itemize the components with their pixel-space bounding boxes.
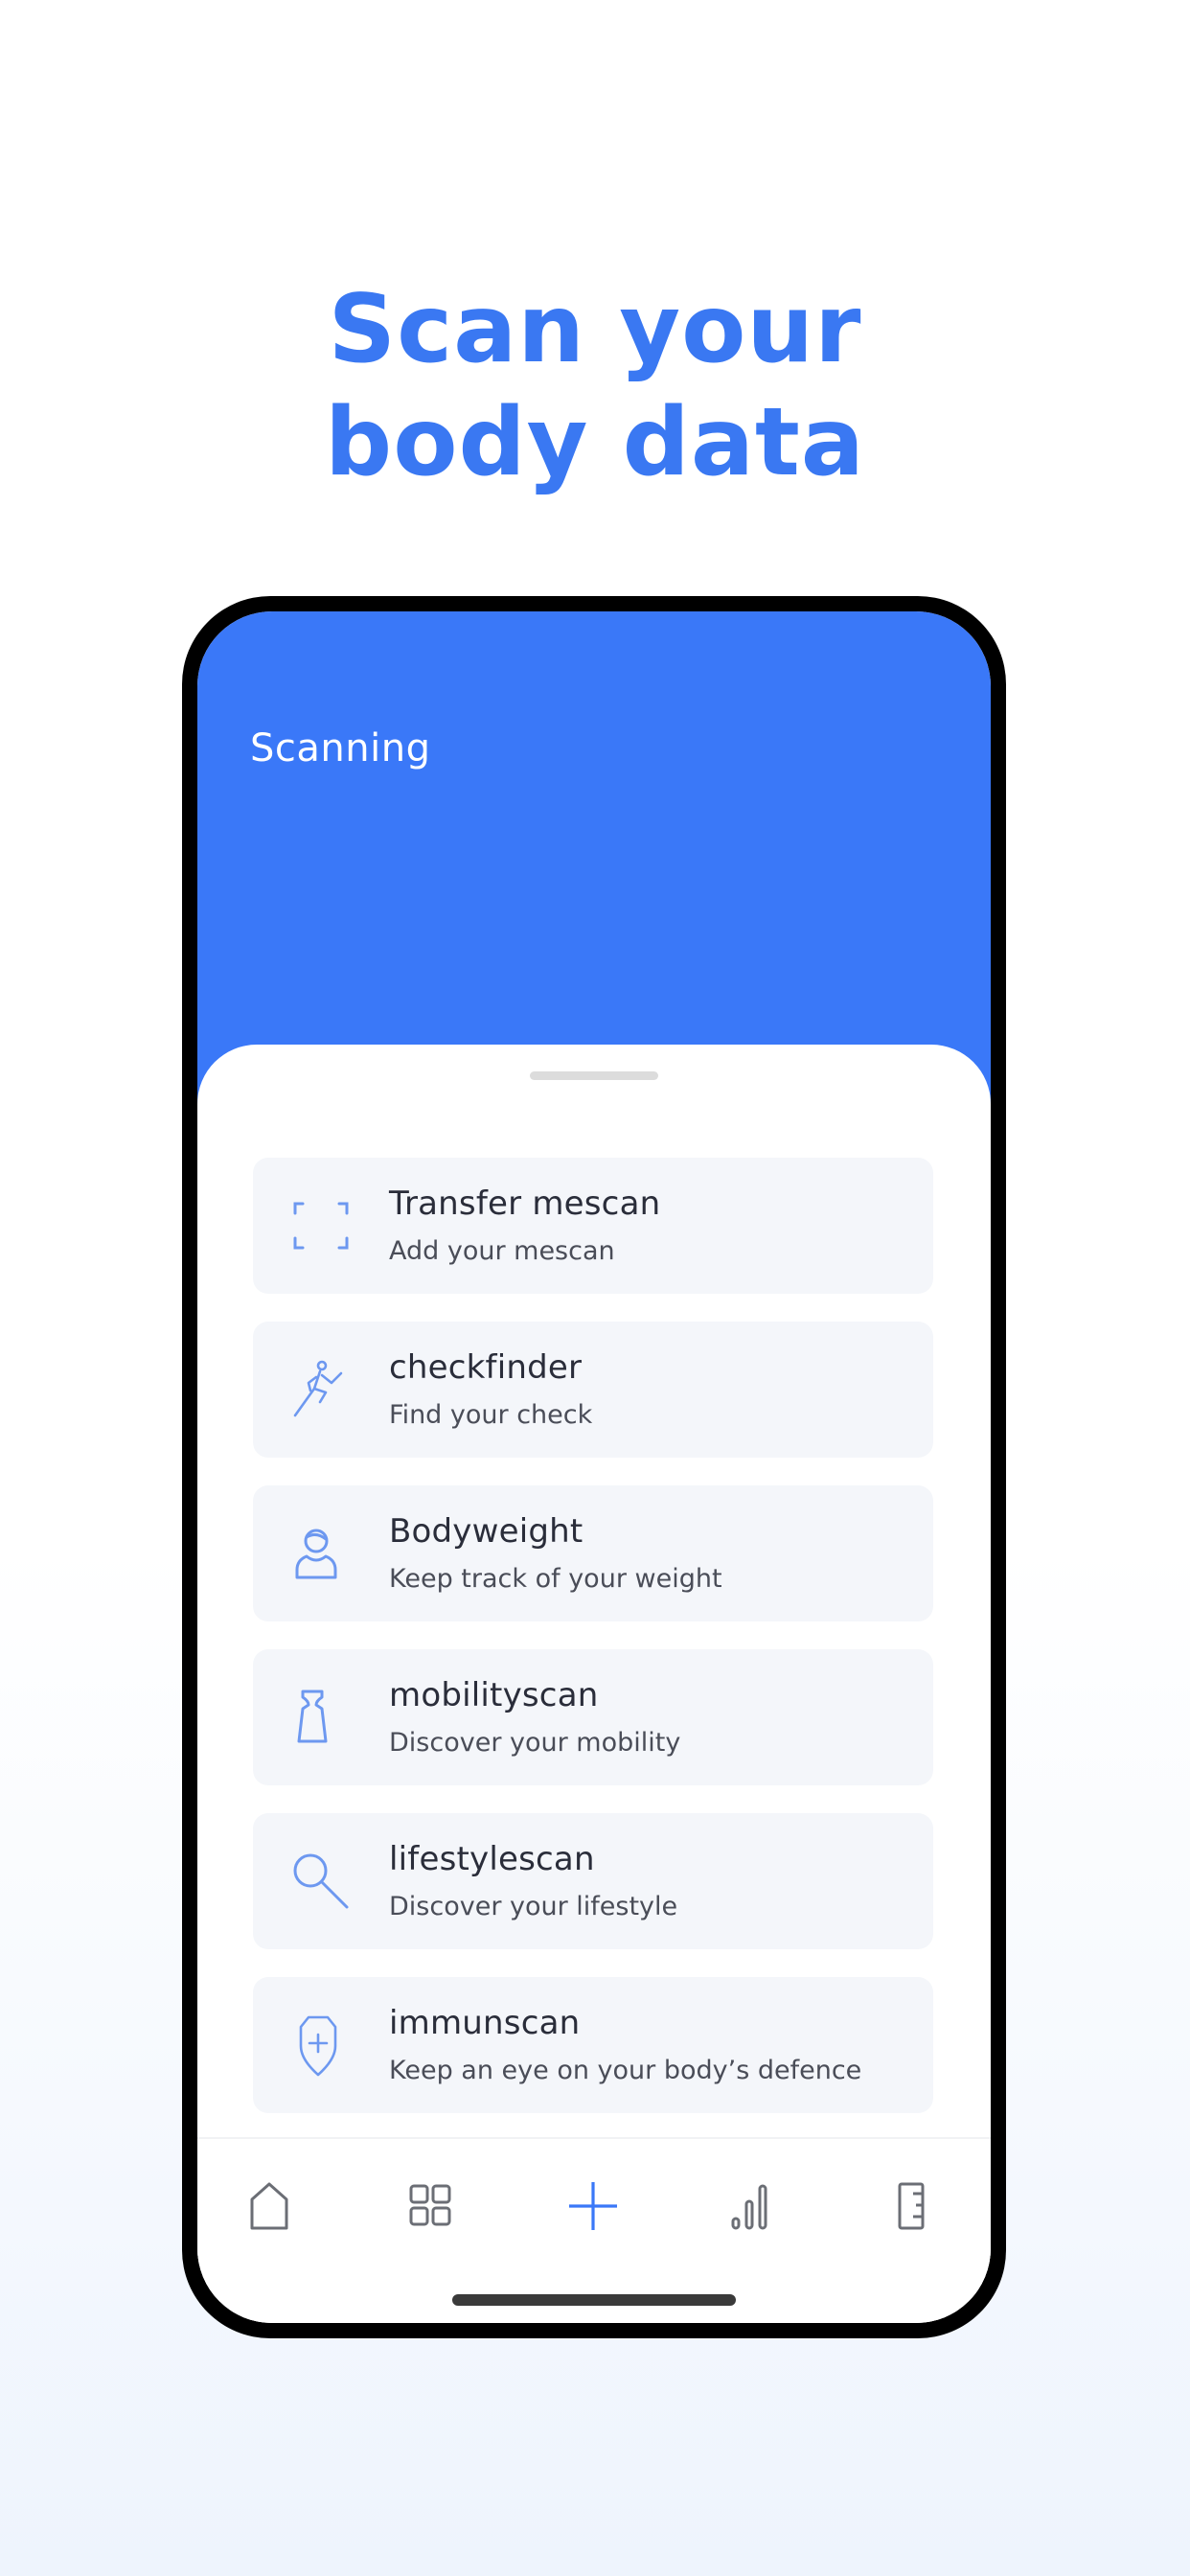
headline-line-1: Scan your (328, 275, 862, 384)
sheet-grabber-handle[interactable] (530, 1071, 658, 1080)
headline-line-2: body data (325, 388, 865, 497)
item-subtitle: Find your check (389, 1400, 593, 1430)
grid-icon (409, 2184, 451, 2226)
list-item-immunscan[interactable]: immunscan Keep an eye on your body’s def… (253, 1977, 933, 2113)
tab-dashboard[interactable] (393, 2168, 469, 2244)
list-item-lifestylescan[interactable]: lifestylescan Discover your lifestyle (253, 1813, 933, 1949)
scan-frame-icon (287, 1192, 355, 1259)
tab-measure[interactable] (876, 2168, 952, 2244)
bottom-tab-bar (197, 2137, 991, 2323)
weight-icon (287, 1684, 355, 1751)
person-icon (287, 1520, 355, 1587)
page-title: Scanning (250, 726, 431, 770)
list-item-bodyweight[interactable]: Bodyweight Keep track of your weight (253, 1485, 933, 1622)
phone-frame: Scanning Transfer mescan Add your mescan (182, 596, 1006, 2338)
header: Scanning (197, 611, 991, 1110)
item-subtitle: Add your mescan (389, 1236, 615, 1266)
home-indicator[interactable] (452, 2294, 736, 2306)
bottom-sheet: Transfer mescan Add your mescan checkfin… (197, 1045, 991, 2323)
running-person-icon (287, 1356, 355, 1423)
shield-plus-icon (287, 2012, 355, 2079)
item-title: Transfer mescan (389, 1184, 661, 1223)
item-subtitle: Discover your mobility (389, 1728, 681, 1758)
item-title: lifestylescan (389, 1840, 595, 1878)
item-title: checkfinder (389, 1348, 583, 1387)
tab-statistics[interactable] (715, 2168, 791, 2244)
plus-icon (569, 2182, 617, 2230)
bar-chart-icon (731, 2184, 767, 2230)
marketing-headline: Scan your body data (0, 273, 1190, 499)
list-item-mobilityscan[interactable]: mobilityscan Discover your mobility (253, 1649, 933, 1785)
item-title: Bodyweight (389, 1512, 584, 1551)
list-item-transfer-mescan[interactable]: Transfer mescan Add your mescan (253, 1158, 933, 1294)
item-title: mobilityscan (389, 1676, 599, 1714)
home-icon (250, 2182, 288, 2230)
item-subtitle: Keep track of your weight (389, 1564, 722, 1594)
tab-home[interactable] (234, 2168, 310, 2244)
item-subtitle: Discover your lifestyle (389, 1892, 678, 1921)
phone-screen: Scanning Transfer mescan Add your mescan (197, 611, 991, 2323)
ruler-icon (898, 2182, 925, 2230)
list-item-checkfinder[interactable]: checkfinder Find your check (253, 1322, 933, 1458)
item-subtitle: Keep an eye on your body’s defence (389, 2056, 862, 2085)
scan-options-list: Transfer mescan Add your mescan checkfin… (253, 1158, 933, 2141)
magnifier-icon (287, 1848, 355, 1915)
item-title: immunscan (389, 2004, 581, 2042)
tab-add[interactable] (555, 2168, 631, 2244)
